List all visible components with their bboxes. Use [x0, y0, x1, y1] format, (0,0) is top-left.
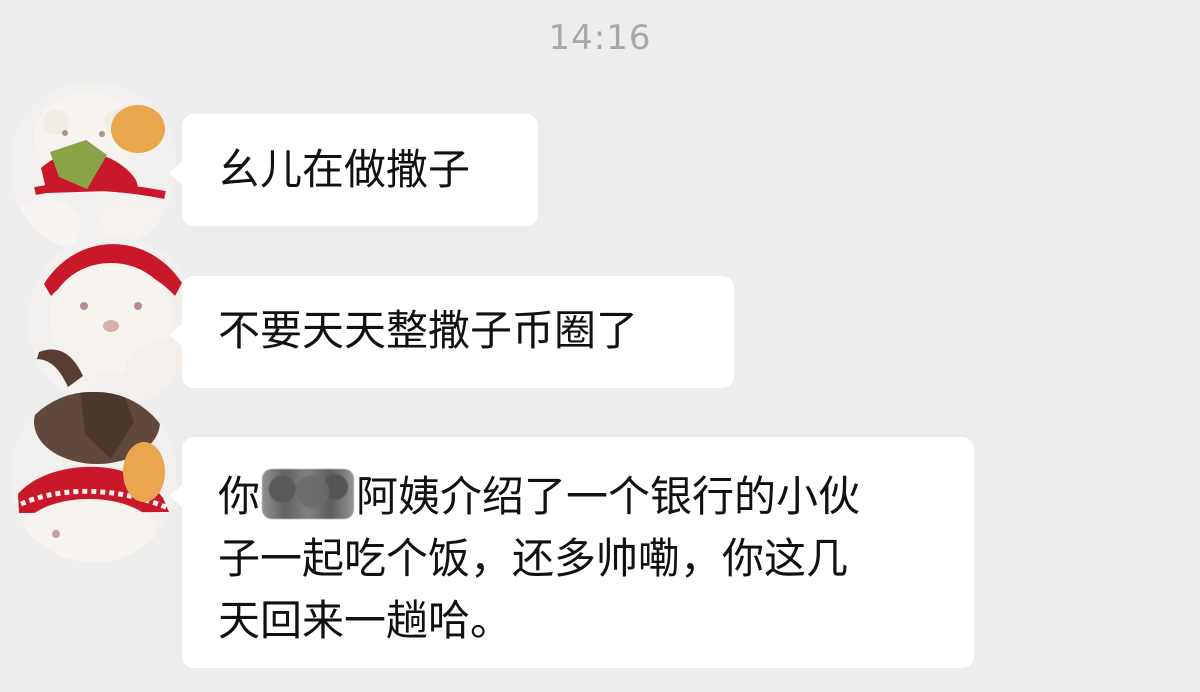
sender-avatar[interactable]: [11, 392, 176, 562]
message-text: 幺儿在做撒子: [218, 145, 471, 194]
message-text: 不要天天整撒子币圈了: [218, 306, 639, 355]
message-text-line: 子一起吃个饭，还多帅嘞，你这几: [218, 534, 849, 583]
plush-bear-avatar-icon: [11, 82, 176, 252]
message-text-line: 你 阿姨介绍了一个银行的小伙: [218, 466, 938, 528]
redacted-name: [262, 469, 355, 519]
plush-bear-avatar-icon: [11, 392, 176, 562]
message-timestamp: 14:16: [548, 18, 652, 58]
plush-bear-avatar-icon: [29, 236, 194, 406]
message-bubble[interactable]: 不要天天整撒子币圈了: [169, 276, 734, 388]
message-text-line: 天回来一趟哈。: [218, 596, 513, 645]
message-bubble[interactable]: 幺儿在做撒子: [169, 114, 538, 226]
message-text-suffix: 阿姨介绍了一个银行的小伙: [356, 472, 861, 521]
sender-avatar[interactable]: [11, 82, 176, 252]
message-bubble[interactable]: 你 阿姨介绍了一个银行的小伙 子一起吃个饭，还多帅嘞，你这几 天回来一趟哈。: [169, 437, 974, 668]
message-text-prefix: 你: [218, 472, 261, 521]
sender-avatar[interactable]: [29, 236, 194, 406]
